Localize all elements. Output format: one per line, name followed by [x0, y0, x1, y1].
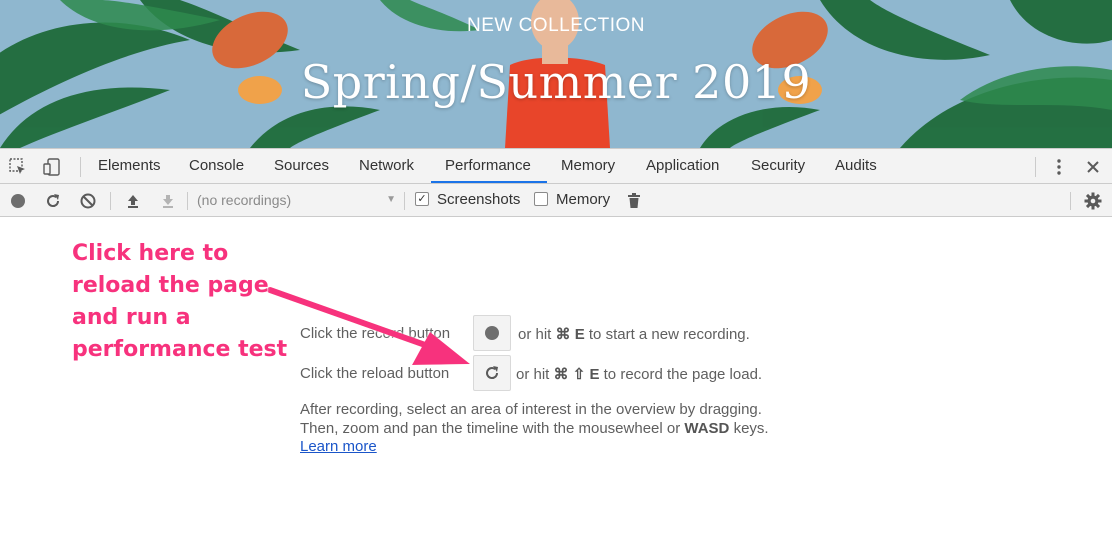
reload-hint-suffix: or hit ⌘ ⇧ E to record the page load.: [516, 365, 762, 383]
annotation-line: reload the page: [72, 273, 269, 298]
recordings-placeholder: (no recordings): [197, 192, 292, 208]
record-hint-or-hit: or hit: [518, 326, 552, 343]
tab-sources[interactable]: Sources: [274, 149, 329, 183]
hero-banner: NEW COLLECTION Spring/Summer 2019: [0, 0, 1112, 148]
toolbar-divider: [404, 192, 405, 210]
memory-label: Memory: [556, 191, 611, 208]
performance-toolbar: (no recordings) ▼ ✓ Screenshots Memory: [0, 184, 1112, 217]
toolbar-divider: [1070, 192, 1071, 210]
reload-hint-prefix: Click the reload button: [300, 365, 450, 382]
save-profile-icon[interactable]: [157, 190, 179, 212]
active-tab-indicator: [431, 181, 547, 183]
device-toolbar-icon[interactable]: [42, 157, 62, 177]
reload-hint-or-hit: or hit: [516, 366, 550, 383]
tab-audits[interactable]: Audits: [835, 149, 877, 183]
recordings-dropdown[interactable]: (no recordings) ▼: [192, 189, 400, 211]
reload-icon: [486, 366, 499, 379]
trash-icon[interactable]: [623, 190, 645, 212]
record-button[interactable]: [473, 315, 511, 351]
tab-memory[interactable]: Memory: [561, 149, 615, 183]
dropdown-arrow-icon: ▼: [386, 194, 396, 205]
tab-application[interactable]: Application: [646, 149, 719, 183]
record-hint-line: Click the record button: [300, 325, 450, 342]
reload-shortcut-shift: ⇧: [572, 366, 586, 383]
learn-more-link[interactable]: Learn more: [300, 438, 377, 455]
tab-network[interactable]: Network: [359, 149, 414, 183]
tab-security[interactable]: Security: [751, 149, 805, 183]
screenshots-label: Screenshots: [437, 191, 521, 208]
toolbar-divider: [187, 192, 188, 210]
devtools-tab-bar: Elements Console Sources Network Perform…: [0, 148, 1112, 184]
record-shortcut: ⌘ E: [555, 326, 585, 343]
close-icon[interactable]: [1083, 157, 1103, 177]
zoom-hint: Then, zoom and pan the timeline with the…: [300, 420, 769, 437]
reload-shortcut-cmd: ⌘: [553, 366, 569, 383]
load-profile-icon[interactable]: [122, 190, 144, 212]
settings-gear-icon[interactable]: [1082, 190, 1104, 212]
banner-title: Spring/Summer 2019: [300, 55, 812, 109]
screenshots-checkbox[interactable]: ✓: [415, 192, 429, 206]
zoom-hint-post: keys.: [733, 420, 769, 437]
toolbar-divider: [1035, 157, 1036, 177]
tab-performance[interactable]: Performance: [445, 149, 531, 183]
annotation-line: and run a: [72, 305, 191, 330]
record-hint-suffix: or hit ⌘ E to start a new recording.: [518, 325, 750, 343]
inspect-element-icon[interactable]: [8, 157, 28, 177]
annotation-line: performance test: [72, 337, 288, 362]
tab-elements[interactable]: Elements: [98, 149, 161, 183]
wasd-keys: WASD: [684, 420, 730, 437]
banner-eyebrow: NEW COLLECTION: [466, 15, 646, 36]
tab-console[interactable]: Console: [189, 149, 244, 183]
reload-shortcut-key: E: [589, 366, 600, 383]
reload-hint-line: Click the reload button: [300, 365, 449, 382]
toolbar-divider: [110, 192, 111, 210]
zoom-hint-text: Then, zoom and pan the timeline with the…: [300, 420, 681, 437]
annotation-callout: Click here to reload the page and run a …: [72, 238, 302, 366]
toolbar-divider: [80, 157, 81, 177]
record-icon[interactable]: [7, 190, 29, 212]
memory-checkbox[interactable]: [534, 192, 548, 206]
record-hint-post: to start a new recording.: [588, 326, 750, 343]
clear-icon[interactable]: [77, 190, 99, 212]
overview-hint: After recording, select an area of inter…: [300, 401, 762, 418]
reload-button[interactable]: [473, 355, 511, 391]
more-vertical-icon[interactable]: [1049, 157, 1069, 177]
reload-icon[interactable]: [42, 190, 64, 212]
record-hint-prefix: Click the record button: [300, 325, 451, 342]
reload-hint-post: to record the page load.: [603, 366, 763, 383]
annotation-line: Click here to: [72, 241, 229, 266]
